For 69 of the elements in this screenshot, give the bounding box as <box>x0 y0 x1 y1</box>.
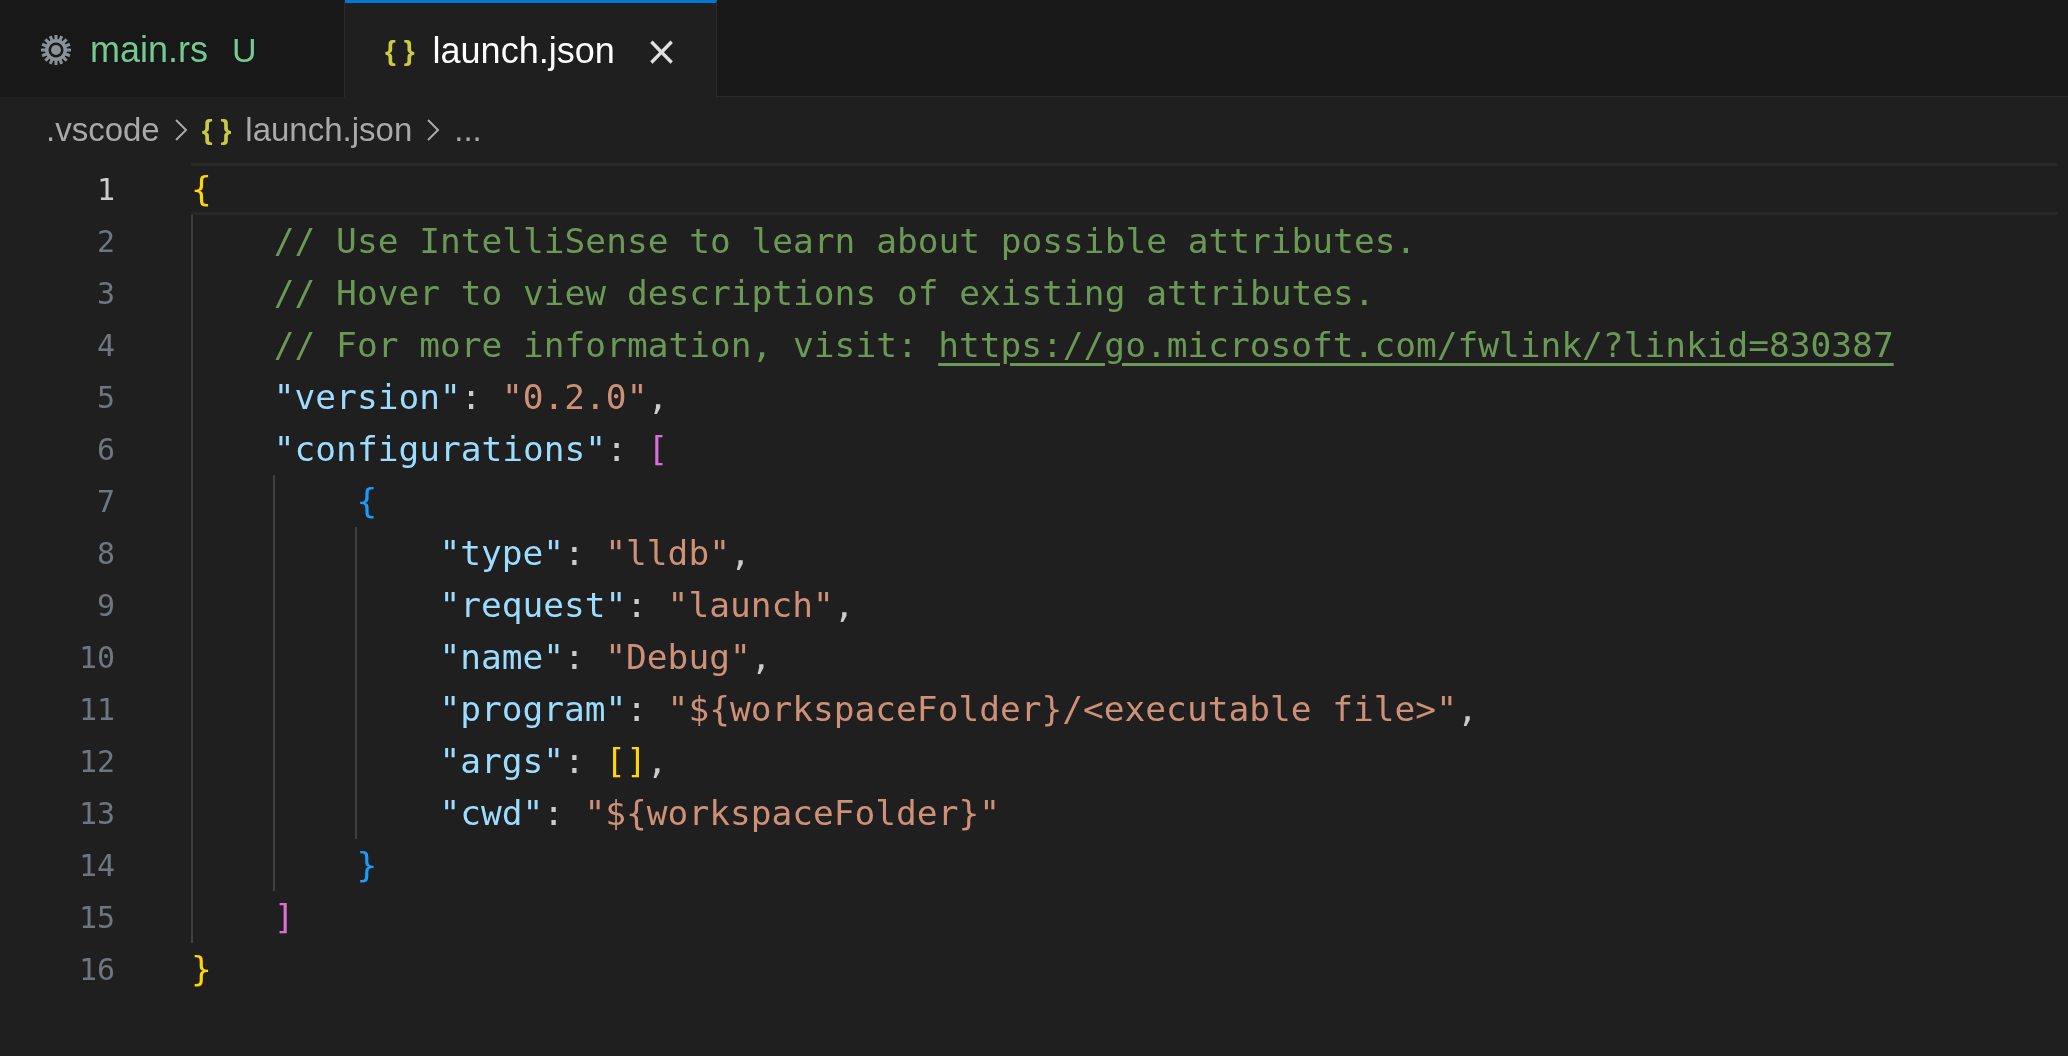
chevron-right-icon <box>173 118 188 142</box>
line-number: 8 <box>95 535 115 571</box>
json-bracket: } <box>191 949 212 989</box>
json-punctuation: : <box>564 637 585 677</box>
code-comment: // For more information, visit: <box>273 325 918 365</box>
json-punctuation: , <box>750 637 772 677</box>
chevron-right-icon <box>426 118 441 142</box>
json-key: "args" <box>439 741 564 781</box>
line-number: 4 <box>95 327 115 363</box>
json-bracket: { <box>191 169 212 209</box>
line-number: 6 <box>95 431 115 467</box>
editor-tab[interactable]: main.rs U <box>0 0 345 97</box>
json-string: "0.2.0" <box>502 377 648 417</box>
line-number: 14 <box>77 847 115 883</box>
json-punctuation: : <box>564 741 585 781</box>
line-number: 9 <box>95 587 115 623</box>
line-number: 5 <box>95 379 115 415</box>
json-key: "type" <box>439 533 564 573</box>
json-string: "${workspaceFolder}/<executable file>" <box>667 689 1457 729</box>
json-key: "request" <box>439 585 627 625</box>
json-punctuation: , <box>729 533 751 573</box>
line-number: 7 <box>95 483 115 519</box>
json-bracket: } <box>356 845 378 885</box>
cog-icon <box>40 34 72 66</box>
json-punctuation: , <box>833 585 855 625</box>
json-punctuation: : <box>626 585 648 625</box>
json-punctuation: : <box>460 377 482 417</box>
json-string: "Debug" <box>605 637 751 677</box>
tab-label: launch.json <box>432 29 615 72</box>
code-comment: // Hover to view descriptions of existing attributes. <box>273 273 1375 313</box>
json-punctuation: : <box>543 793 565 833</box>
git-status-label: U <box>232 30 257 70</box>
json-punctuation: , <box>1456 689 1478 729</box>
breadcrumb-item[interactable]: .vscode <box>46 111 160 149</box>
line-number: 15 <box>77 899 115 935</box>
json-bracket: { <box>356 481 378 521</box>
json-punctuation: : <box>626 689 648 729</box>
tab-label: main.rs <box>90 29 209 71</box>
line-number: 12 <box>77 743 115 779</box>
json-string: "lldb" <box>605 533 730 573</box>
code-link[interactable]: https://go.microsoft.com/fwlink/?linkid=830387 <box>938 325 1894 365</box>
braces-icon: { } <box>385 34 415 67</box>
json-key: "program" <box>439 689 627 729</box>
json-punctuation: : <box>606 429 627 469</box>
breadcrumb-item[interactable]: launch.json <box>245 111 413 149</box>
breadcrumb-item[interactable]: ... <box>454 111 482 149</box>
line-number: 13 <box>77 795 115 831</box>
line-number: 2 <box>95 223 115 259</box>
line-number: 16 <box>77 951 115 987</box>
json-key: "name" <box>439 637 564 677</box>
json-bracket: [ <box>647 429 669 469</box>
json-string: "launch" <box>667 585 834 625</box>
braces-icon: { } <box>201 114 232 146</box>
json-key: "version" <box>273 377 461 417</box>
line-number: 3 <box>95 275 115 311</box>
line-number: 11 <box>77 691 115 727</box>
line-number: 1 <box>95 171 115 207</box>
json-bracket: [] <box>605 741 647 781</box>
close-button[interactable]: × <box>640 30 683 71</box>
json-string: "${workspaceFolder}" <box>584 793 1000 833</box>
json-bracket: ] <box>273 897 295 937</box>
json-punctuation: , <box>646 741 668 781</box>
editor-tab[interactable]: { } launch.json × <box>345 0 717 98</box>
json-key: "configurations" <box>273 429 607 469</box>
line-number: 10 <box>77 639 115 675</box>
json-key: "cwd" <box>439 793 544 833</box>
json-punctuation: : <box>564 533 585 573</box>
code-comment: // Use IntelliSense to learn about possible attributes. <box>273 221 1417 261</box>
json-punctuation: , <box>647 377 669 417</box>
